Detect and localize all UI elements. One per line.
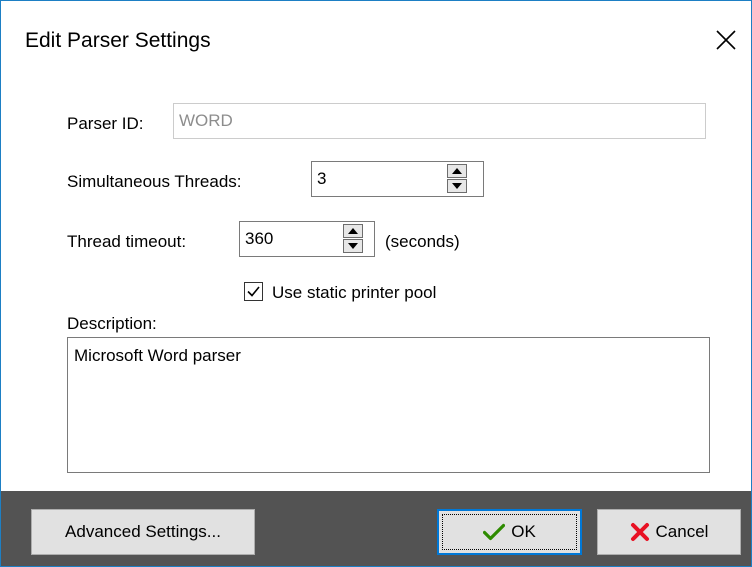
close-icon	[716, 30, 736, 50]
thread-timeout-spinner[interactable]	[343, 224, 363, 254]
simultaneous-threads-spinner[interactable]	[447, 164, 467, 194]
static-printer-pool-label[interactable]: Use static printer pool	[272, 283, 436, 303]
description-text: Microsoft Word parser	[74, 346, 241, 365]
title-bar: Edit Parser Settings	[1, 1, 751, 81]
close-button[interactable]	[701, 17, 751, 67]
thread-timeout-label: Thread timeout:	[67, 232, 187, 251]
cancel-label: Cancel	[655, 522, 709, 541]
description-textarea[interactable]: Microsoft Word parser	[67, 337, 710, 473]
focus-rectangle	[442, 514, 577, 550]
cancel-button[interactable]: Cancel	[597, 509, 741, 555]
parser-id-label: Parser ID:	[67, 114, 144, 133]
edit-parser-settings-dialog: Edit Parser Settings Parser ID: WORD Sim…	[0, 0, 752, 567]
simultaneous-threads-label: Simultaneous Threads:	[67, 172, 242, 191]
parser-id-field: WORD	[173, 103, 706, 139]
simultaneous-threads-value: 3	[317, 169, 327, 188]
button-bar: Advanced Settings... OK Cancel	[1, 491, 751, 566]
description-label: Description:	[67, 314, 157, 333]
advanced-settings-label: Advanced Settings...	[65, 522, 221, 541]
settings-panel: Parser ID: WORD Simultaneous Threads: 3 …	[9, 81, 743, 491]
checkmark-icon	[247, 286, 260, 297]
static-printer-pool-checkbox[interactable]	[244, 282, 263, 301]
advanced-settings-button[interactable]: Advanced Settings...	[31, 509, 255, 555]
threads-decrement-arrow-icon[interactable]	[447, 179, 467, 193]
ok-button[interactable]: OK	[437, 509, 582, 555]
timeout-decrement-arrow-icon[interactable]	[343, 239, 363, 253]
dialog-title: Edit Parser Settings	[25, 29, 211, 52]
thread-timeout-value: 360	[245, 229, 274, 248]
thread-timeout-unit: (seconds)	[385, 232, 460, 251]
timeout-increment-arrow-icon[interactable]	[343, 224, 363, 238]
cancel-x-icon	[630, 522, 650, 542]
threads-increment-arrow-icon[interactable]	[447, 164, 467, 178]
